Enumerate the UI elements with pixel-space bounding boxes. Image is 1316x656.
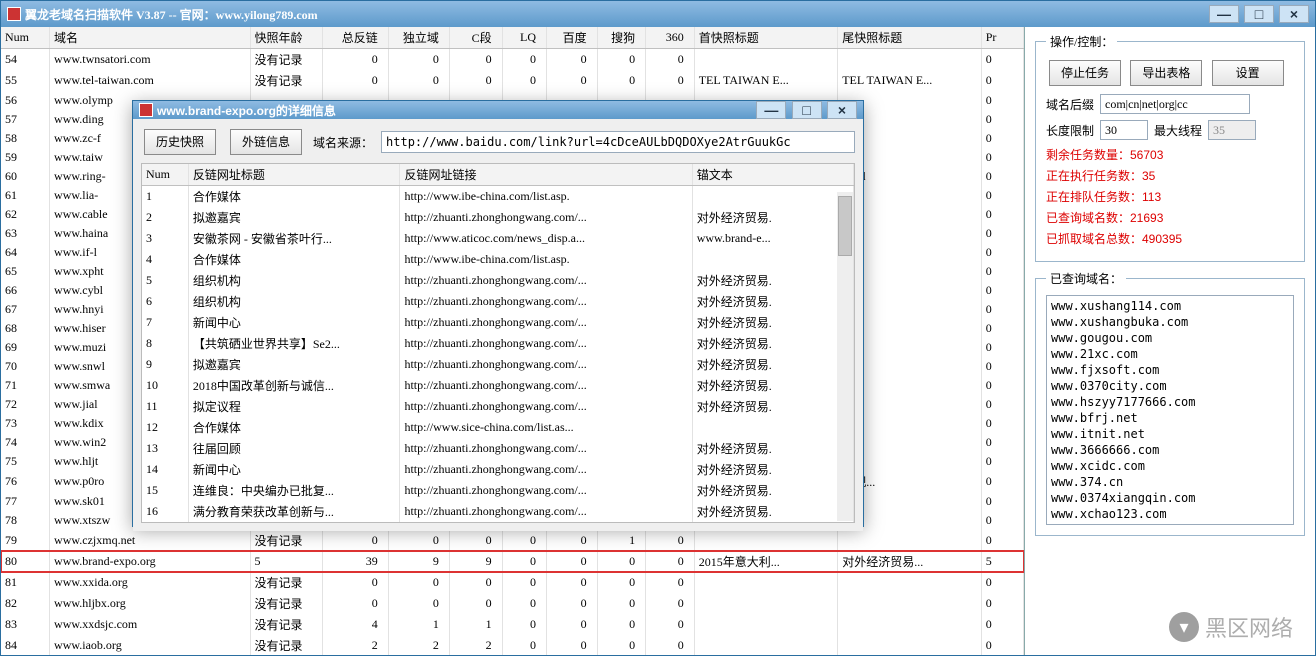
col-header[interactable]: 域名 — [50, 27, 250, 49]
table-row[interactable]: 81www.xxida.org没有记录00000000 — [1, 572, 1024, 593]
watermark-text: 黑区网络 — [1205, 611, 1293, 643]
dialog-title: www.brand-expo.org的详细信息 — [157, 102, 336, 119]
backlink-info-button[interactable]: 外链信息 — [230, 129, 302, 155]
stat-line: 剩余任务数量：56703 — [1046, 146, 1294, 163]
table-row[interactable]: 15连维良：中央编办已批复...http://zhuanti.zhonghong… — [142, 480, 854, 501]
table-row[interactable]: 14新闻中心http://zhuanti.zhonghongwang.com/.… — [142, 459, 854, 480]
col-header[interactable]: 反链网址标题 — [188, 164, 400, 186]
col-header[interactable]: 反链网址链接 — [400, 164, 692, 186]
stat-line: 已抓取域名总数：490395 — [1046, 230, 1294, 247]
source-url-input[interactable] — [381, 131, 855, 153]
table-row[interactable]: 84www.iaob.org没有记录22200000 — [1, 635, 1024, 655]
suffix-label: 域名后缀 — [1046, 96, 1094, 113]
control-panel: 操作/控制： 停止任务 导出表格 设置 域名后缀 长度限制 最大线程 剩余任务数… — [1025, 27, 1315, 655]
stat-line: 已查询域名数：21693 — [1046, 209, 1294, 226]
detail-dialog: www.brand-expo.org的详细信息 — □ × 历史快照 外链信息 … — [132, 100, 864, 527]
table-row[interactable]: 79www.czjxmq.net没有记录00000100 — [1, 530, 1024, 551]
length-label: 长度限制 — [1046, 122, 1094, 139]
export-table-button[interactable]: 导出表格 — [1130, 60, 1202, 86]
table-row[interactable]: 1合作媒体http://www.ibe-china.com/list.asp. — [142, 186, 854, 208]
table-row[interactable]: 5组织机构http://zhuanti.zhonghongwang.com/..… — [142, 270, 854, 291]
table-row[interactable]: 55www.tel-taiwan.com没有记录0000000TEL TAIWA… — [1, 70, 1024, 91]
app-title: 翼龙老域名扫描软件 V3.87 -- 官网：www.yilong789.com — [25, 6, 318, 23]
stop-task-button[interactable]: 停止任务 — [1049, 60, 1121, 86]
table-row[interactable]: 83www.xxdsjc.com没有记录41100000 — [1, 614, 1024, 635]
col-header[interactable]: 搜狗 — [597, 27, 646, 49]
stat-line: 正在排队任务数：113 — [1046, 188, 1294, 205]
table-row[interactable]: 6组织机构http://zhuanti.zhonghongwang.com/..… — [142, 291, 854, 312]
scanned-fieldset: 已查询域名： www.xushang114.com www.xushangbuk… — [1035, 270, 1305, 536]
table-row[interactable]: 2拟邀嘉宾http://zhuanti.zhonghongwang.com/..… — [142, 207, 854, 228]
table-row[interactable]: 3安徽茶网 - 安徽省茶叶行...http://www.aticoc.com/n… — [142, 228, 854, 249]
source-label: 域名来源： — [313, 134, 373, 151]
length-input[interactable] — [1100, 120, 1148, 140]
window-buttons: — □ × — [1207, 5, 1309, 23]
history-snapshot-button[interactable]: 历史快照 — [144, 129, 216, 155]
col-header[interactable]: 总反链 — [323, 27, 388, 49]
dialog-icon — [139, 103, 153, 117]
table-row[interactable]: 9拟邀嘉宾http://zhuanti.zhonghongwang.com/..… — [142, 354, 854, 375]
col-header[interactable]: 首快照标题 — [694, 27, 838, 49]
suffix-input[interactable] — [1100, 94, 1250, 114]
dialog-close-button[interactable]: × — [827, 101, 857, 119]
table-row[interactable]: 8【共筑硒业世界共享】Se2...http://zhuanti.zhonghon… — [142, 333, 854, 354]
watermark-logo-icon: ▾ — [1169, 612, 1199, 642]
threads-label: 最大线程 — [1154, 122, 1202, 139]
control-legend: 操作/控制： — [1046, 33, 1117, 50]
close-button[interactable]: × — [1279, 5, 1309, 23]
app-icon — [7, 7, 21, 21]
table-row[interactable]: 54www.twnsatori.com没有记录00000000 — [1, 49, 1024, 71]
minimize-button[interactable]: — — [1209, 5, 1239, 23]
col-header[interactable]: C段 — [449, 27, 502, 49]
dialog-maximize-button[interactable]: □ — [792, 101, 822, 119]
col-header[interactable]: 百度 — [546, 27, 597, 49]
col-header[interactable]: LQ — [502, 27, 546, 49]
dialog-title-bar[interactable]: www.brand-expo.org的详细信息 — □ × — [133, 101, 863, 119]
table-row[interactable]: 16满分教育荣获改革创新与...http://zhuanti.zhonghong… — [142, 501, 854, 522]
col-header[interactable]: Num — [1, 27, 50, 49]
scrollbar-thumb[interactable] — [838, 196, 852, 256]
col-header[interactable]: 锚文本 — [692, 164, 853, 186]
dialog-minimize-button[interactable]: — — [756, 101, 786, 119]
table-row[interactable]: 7新闻中心http://zhuanti.zhonghongwang.com/..… — [142, 312, 854, 333]
col-header[interactable]: 独立域 — [388, 27, 449, 49]
threads-input — [1208, 120, 1256, 140]
scanned-legend: 已查询域名： — [1046, 270, 1126, 287]
control-fieldset: 操作/控制： 停止任务 导出表格 设置 域名后缀 长度限制 最大线程 剩余任务数… — [1035, 33, 1305, 262]
table-row[interactable]: 102018中国改革创新与诚信...http://zhuanti.zhongho… — [142, 375, 854, 396]
col-header[interactable]: 快照年龄 — [250, 27, 323, 49]
table-row[interactable]: 80www.brand-expo.org5399900002015年意大利...… — [1, 551, 1024, 572]
table-row[interactable]: 82www.hljbx.org没有记录00000000 — [1, 593, 1024, 614]
watermark: ▾ 黑区网络 — [1169, 611, 1293, 643]
table-row[interactable]: 4合作媒体http://www.ibe-china.com/list.asp. — [142, 249, 854, 270]
app-window: 翼龙老域名扫描软件 V3.87 -- 官网：www.yilong789.com … — [0, 0, 1316, 656]
dialog-scrollbar[interactable] — [837, 192, 853, 521]
title-bar[interactable]: 翼龙老域名扫描软件 V3.87 -- 官网：www.yilong789.com … — [1, 1, 1315, 27]
col-header[interactable]: 尾快照标题 — [838, 27, 982, 49]
col-header[interactable]: Num — [142, 164, 188, 186]
settings-button[interactable]: 设置 — [1212, 60, 1284, 86]
table-row[interactable]: 13往届回顾http://zhuanti.zhonghongwang.com/.… — [142, 438, 854, 459]
maximize-button[interactable]: □ — [1244, 5, 1274, 23]
col-header[interactable]: 360 — [646, 27, 695, 49]
backlink-table[interactable]: Num反链网址标题反链网址链接锚文本 1合作媒体http://www.ibe-c… — [142, 164, 854, 522]
stat-line: 正在执行任务数：35 — [1046, 167, 1294, 184]
col-header[interactable]: Pr — [981, 27, 1023, 49]
table-row[interactable]: 12合作媒体http://www.sice-china.com/list.as.… — [142, 417, 854, 438]
scanned-domain-list[interactable]: www.xushang114.com www.xushangbuka.com w… — [1046, 295, 1294, 525]
table-row[interactable]: 11拟定议程http://zhuanti.zhonghongwang.com/.… — [142, 396, 854, 417]
